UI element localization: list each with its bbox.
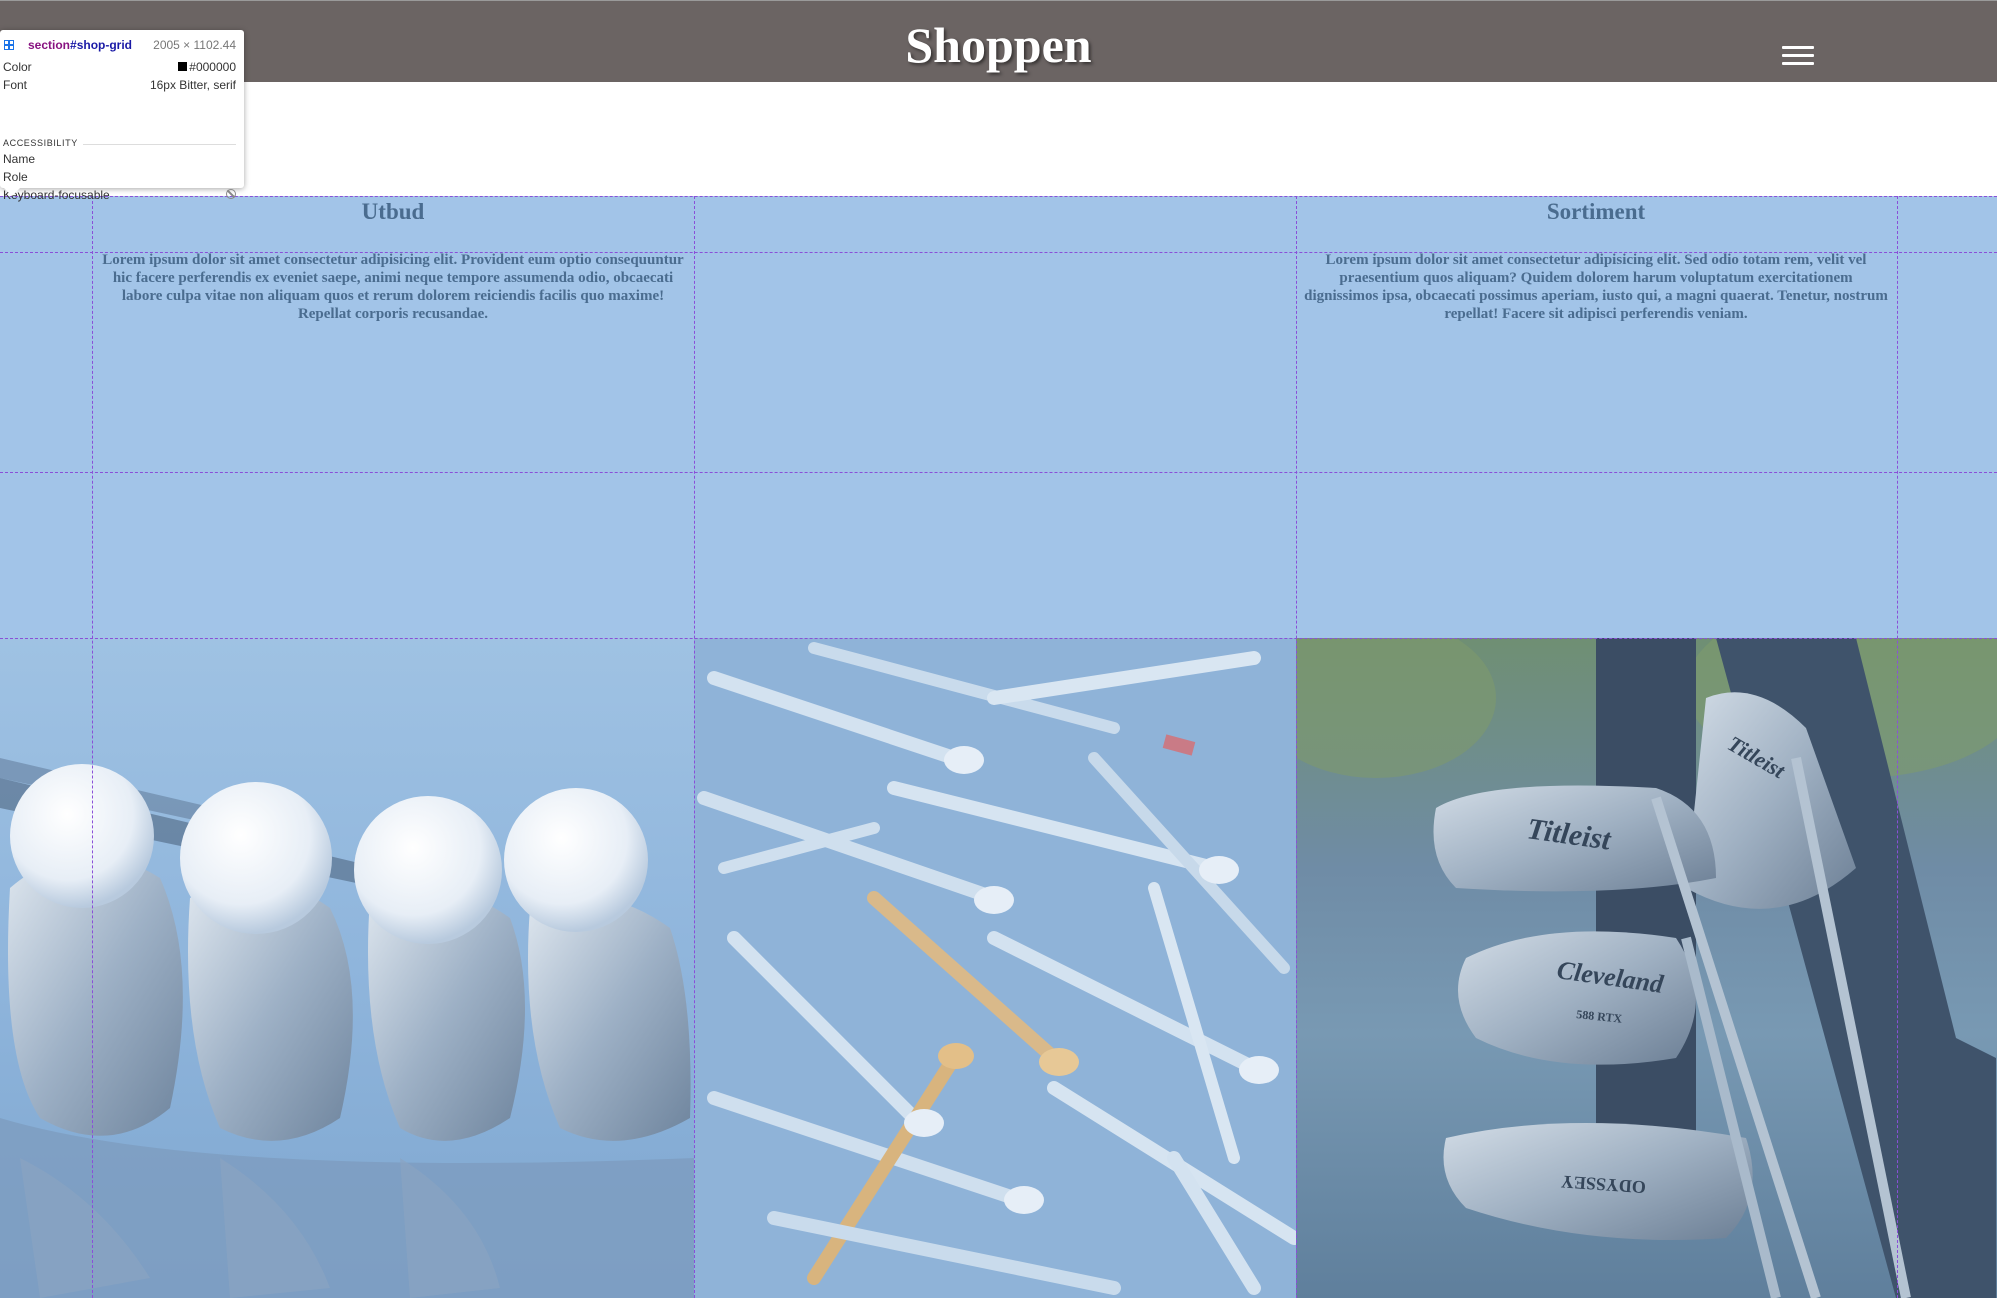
column-title: Sortiment <box>1546 199 1646 224</box>
tooltip-row-role: Role <box>3 170 236 186</box>
row-key: Role <box>3 170 28 184</box>
not-focusable-icon <box>226 189 236 199</box>
row-value: 16px Bitter, serif <box>149 78 236 92</box>
row-value: #000000 <box>178 60 236 74</box>
devtools-inspect-tooltip: section#shop-grid 2005 × 1102.44 Color #… <box>0 30 244 202</box>
tooltip-row-keyboard-focusable: Keyboard-focusable <box>3 188 236 204</box>
grid-line <box>1897 196 1898 1298</box>
row-key: Name <box>3 152 36 166</box>
hamburger-menu-icon[interactable] <box>1782 43 1814 69</box>
grid-icon <box>4 40 14 50</box>
site-title[interactable]: Shoppen <box>0 15 1997 75</box>
element-dimensions: 2005 × 1102.44 <box>153 38 236 52</box>
tooltip-row-font: Font 16px Bitter, serif <box>3 78 236 94</box>
grid-line <box>0 638 1997 639</box>
golf-balls-image <box>0 638 694 1298</box>
grid-line <box>1296 196 1297 1298</box>
shop-grid: Utbud Lorem ipsum dolor sit amet consect… <box>0 196 1997 1298</box>
grid-line <box>0 472 1997 473</box>
hamburger-bar <box>1782 46 1814 49</box>
tooltip-header: section#shop-grid 2005 × 1102.44 <box>4 38 236 54</box>
grid-line <box>0 252 1997 253</box>
row-key: Keyboard-focusable <box>3 188 110 202</box>
tooltip-row-name: Name <box>3 152 236 168</box>
shop-column-sortiment: Sortiment Lorem ipsum dolor sit amet con… <box>1296 196 1896 323</box>
row-key: Color <box>3 60 32 74</box>
shop-column-utbud: Utbud Lorem ipsum dolor sit amet consect… <box>93 196 693 323</box>
row-key: Font <box>3 78 28 92</box>
grid-line <box>92 196 93 1298</box>
grid-line <box>0 196 1997 197</box>
element-selector: section#shop-grid <box>28 38 133 52</box>
golf-tees-image <box>694 638 1296 1298</box>
site-header: Shoppen <box>0 0 1997 82</box>
hamburger-bar <box>1782 54 1814 57</box>
tooltip-row-color: Color #000000 <box>3 60 236 76</box>
column-text: Lorem ipsum dolor sit amet consectetur a… <box>102 252 684 322</box>
color-swatch <box>178 62 188 71</box>
hamburger-bar <box>1782 62 1814 65</box>
grid-line <box>694 196 695 1298</box>
column-text: Lorem ipsum dolor sit amet consectetur a… <box>1304 252 1888 322</box>
accessibility-section-title: ACCESSIBILITY <box>3 138 236 148</box>
golf-irons-image: Titleist Cleveland 588 RTX ODYSSEY Title… <box>1296 638 1997 1298</box>
column-title: Utbud <box>361 199 425 224</box>
